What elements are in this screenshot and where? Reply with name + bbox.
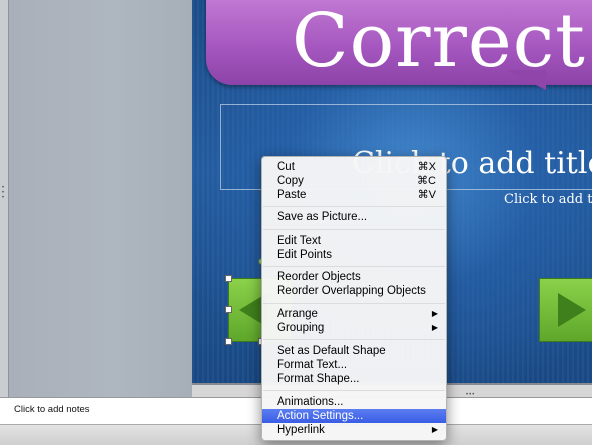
selection-handle[interactable] (225, 306, 232, 313)
pane-divider (8, 0, 9, 397)
right-arrow-icon (558, 293, 586, 327)
submenu-arrow-icon: ▶ (431, 425, 438, 434)
menu-item-paste[interactable]: Paste ⌘V (262, 188, 446, 202)
menu-separator (263, 206, 445, 207)
menu-separator (263, 229, 445, 230)
menu-item-animations[interactable]: Animations... (262, 395, 446, 409)
menu-item-format-text[interactable]: Format Text... (262, 358, 446, 372)
menu-item-grouping[interactable]: Grouping ▶ (262, 321, 446, 335)
menu-item-set-default-shape[interactable]: Set as Default Shape (262, 344, 446, 358)
menu-item-reorder-overlapping[interactable]: Reorder Overlapping Objects (262, 284, 446, 298)
menu-separator (263, 390, 445, 391)
selection-handle[interactable] (225, 275, 232, 282)
menu-item-edit-text[interactable]: Edit Text (262, 234, 446, 248)
banner-text[interactable]: Correct! (292, 0, 592, 84)
menu-separator (263, 266, 445, 267)
submenu-arrow-icon: ▶ (431, 323, 438, 332)
forward-arrow-button[interactable] (539, 278, 592, 342)
menu-item-action-settings[interactable]: Action Settings... (262, 409, 446, 423)
subtitle-placeholder[interactable]: Click to add text (504, 192, 592, 207)
notes-placeholder[interactable]: Click to add notes (14, 404, 90, 415)
menu-item-copy[interactable]: Copy ⌘C (262, 174, 446, 188)
context-menu[interactable]: Cut ⌘X Copy ⌘C Paste ⌘V Save as Picture.… (261, 156, 447, 441)
submenu-arrow-icon: ▶ (431, 309, 438, 318)
selection-handle[interactable] (225, 338, 232, 345)
pane-resize-grip[interactable]: • • • (2, 185, 6, 201)
menu-item-edit-points[interactable]: Edit Points (262, 248, 446, 262)
slide-thumbnails-pane[interactable]: • • • (0, 0, 192, 397)
menu-item-reorder-objects[interactable]: Reorder Objects (262, 270, 446, 284)
menu-separator (263, 339, 445, 340)
menu-separator (263, 303, 445, 304)
menu-item-format-shape[interactable]: Format Shape... (262, 372, 446, 386)
menu-item-arrange[interactable]: Arrange ▶ (262, 307, 446, 321)
menu-item-cut[interactable]: Cut ⌘X (262, 160, 446, 174)
menu-item-save-as-picture[interactable]: Save as Picture... (262, 210, 446, 224)
menu-item-hyperlink[interactable]: Hyperlink ▶ (262, 423, 446, 437)
